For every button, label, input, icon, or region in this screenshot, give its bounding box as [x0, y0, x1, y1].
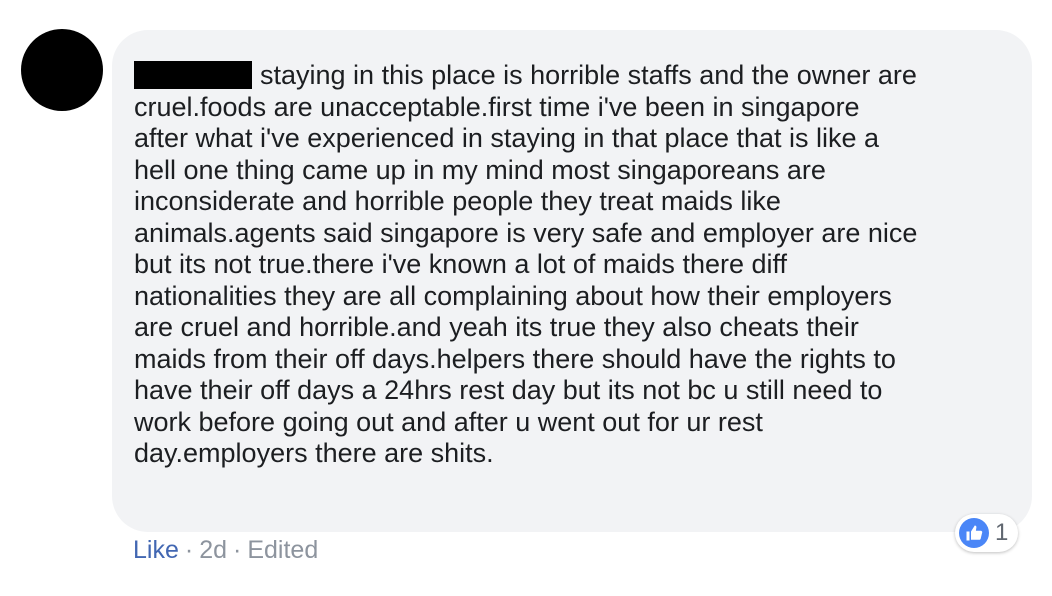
reaction-summary[interactable]: 1 — [955, 514, 1019, 552]
like-link[interactable]: Like — [133, 536, 179, 565]
avatar[interactable] — [21, 29, 103, 111]
thumbs-up-icon — [959, 518, 989, 548]
thumbs-up-glyph — [966, 525, 983, 541]
comment-timestamp[interactable]: 2d — [199, 536, 227, 565]
comment-text: staying in this place is horrible staffs… — [134, 60, 1014, 470]
comment-actions: Like · 2d · Edited — [133, 536, 318, 565]
separator-dot: · — [184, 536, 194, 564]
separator-dot: · — [233, 536, 242, 564]
reaction-count: 1 — [995, 519, 1009, 546]
comment-body: staying in this place is horrible staffs… — [134, 60, 918, 468]
comment-container: staying in this place is horrible staffs… — [0, 0, 1052, 596]
edited-label[interactable]: Edited — [247, 536, 318, 565]
redacted-author-name — [134, 61, 252, 89]
